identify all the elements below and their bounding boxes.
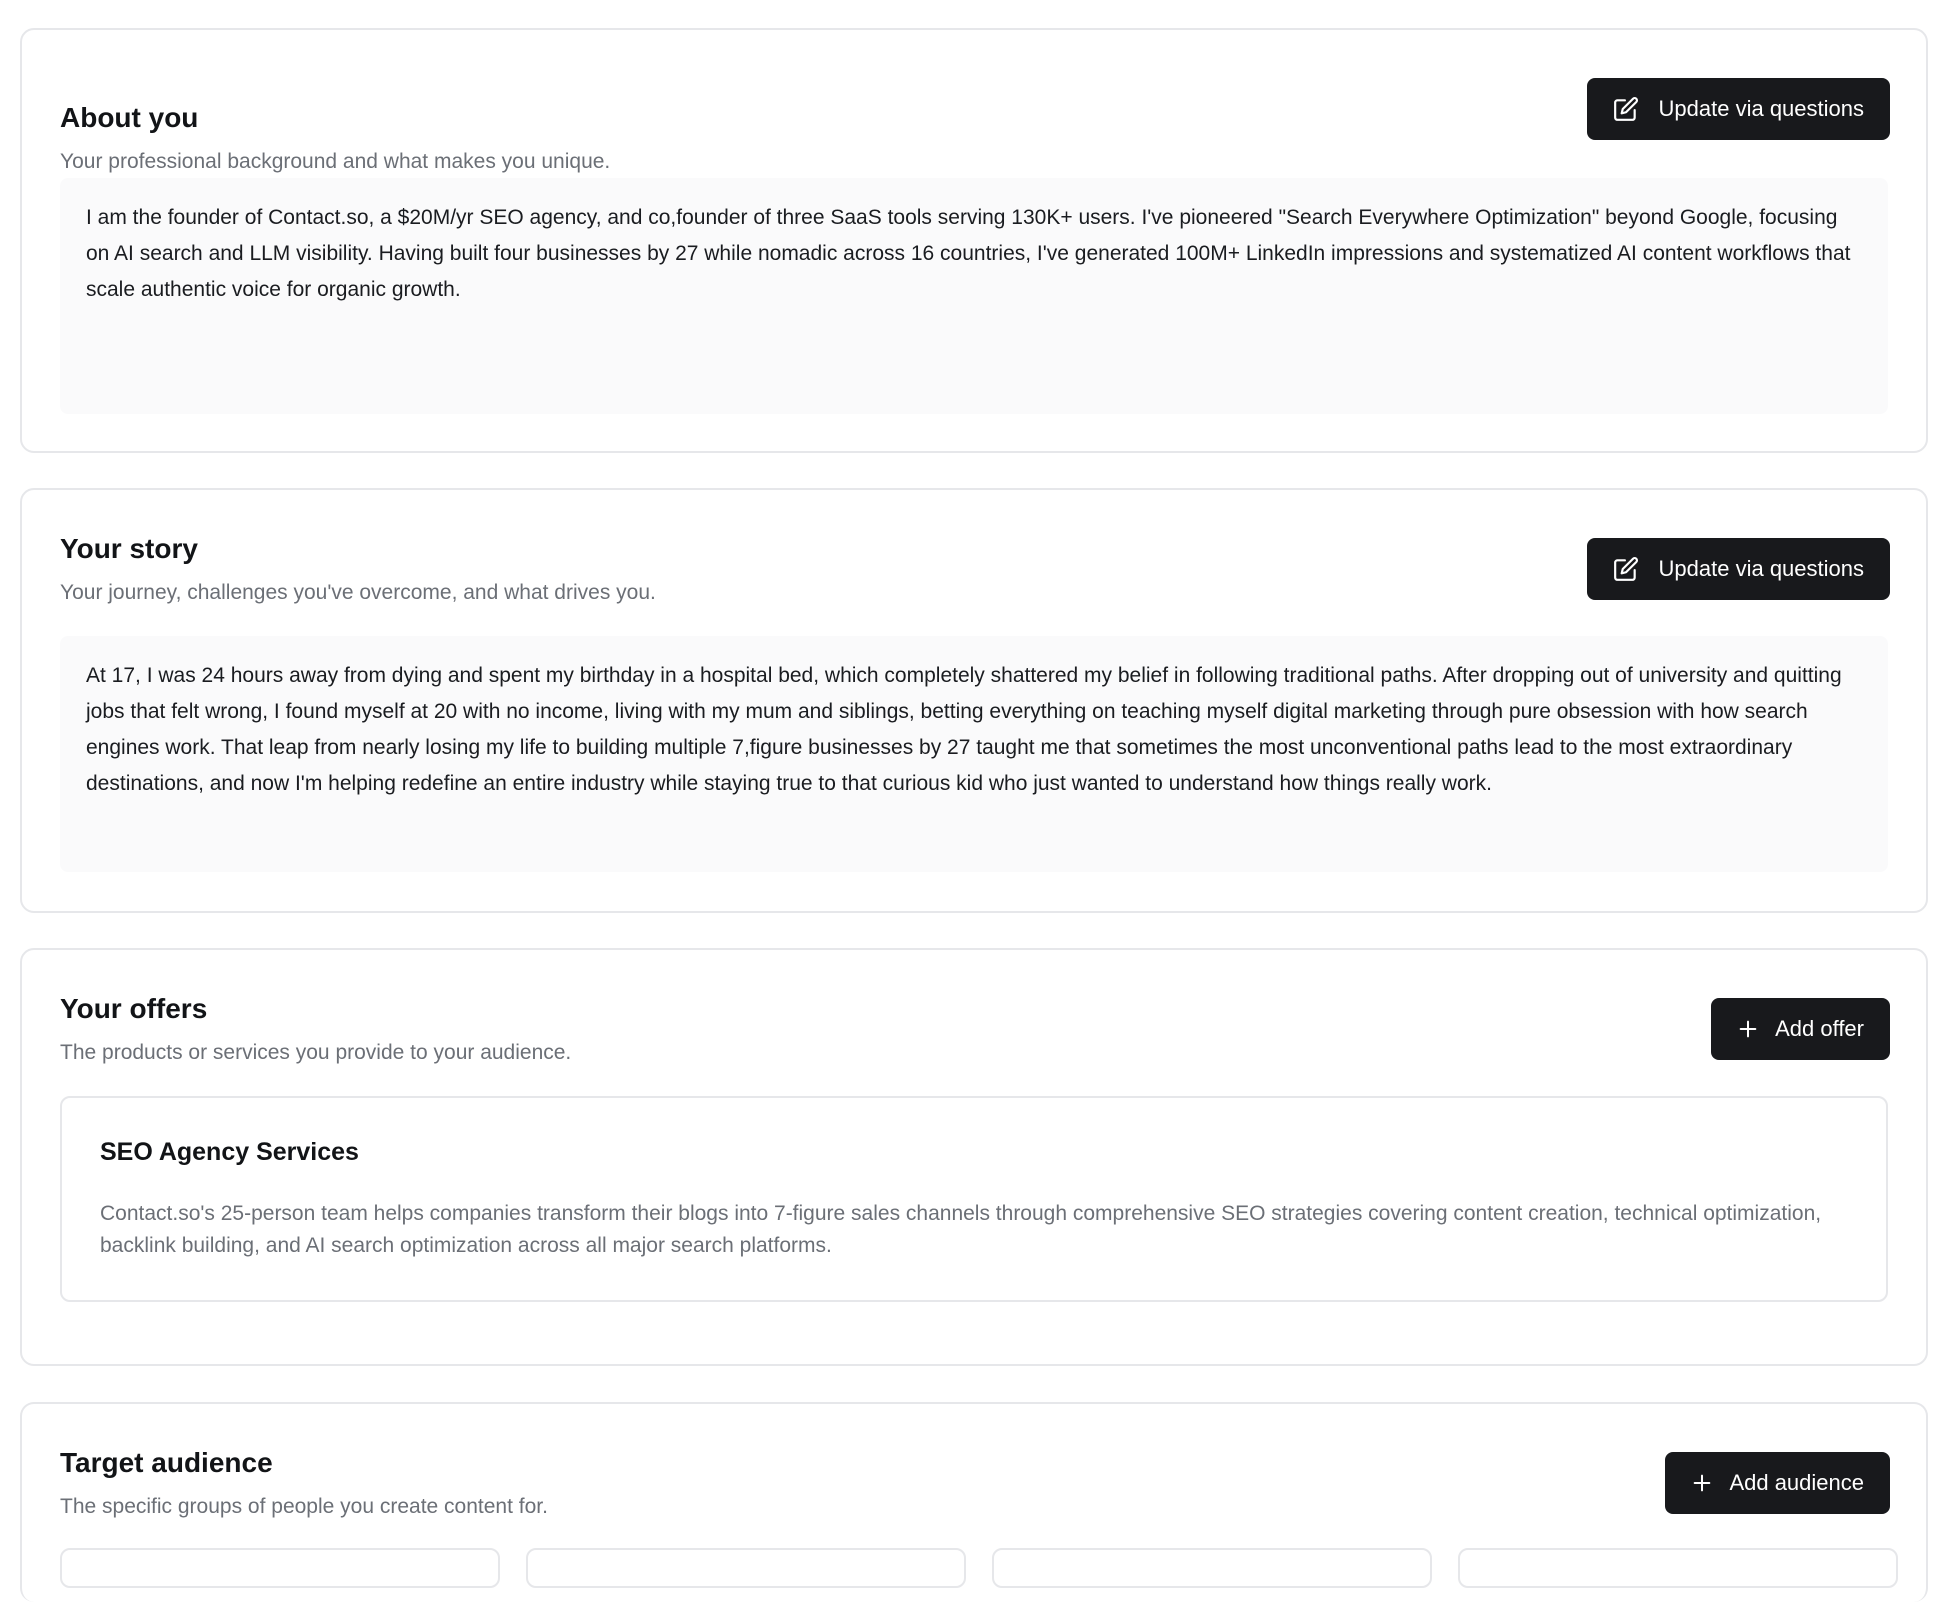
offer-card[interactable]: SEO Agency Services Contact.so's 25-pers…: [60, 1096, 1888, 1302]
about-button-label: Update via questions: [1658, 96, 1864, 121]
plus-icon: [1737, 1018, 1759, 1040]
add-offer-label: Add offer: [1775, 1016, 1864, 1041]
target-audience-subtitle: The specific groups of people you create…: [60, 1495, 548, 1518]
your-offers-subtitle: The products or services you provide to …: [60, 1041, 572, 1064]
about-update-via-questions-button[interactable]: Update via questions: [1586, 78, 1890, 140]
target-audience-title: Target audience: [60, 1447, 273, 1478]
your-offers-card: Your offers The products or services you…: [20, 948, 1928, 1366]
story-text[interactable]: At 17, I was 24 hours away from dying an…: [60, 636, 1888, 872]
edit-icon: [1613, 556, 1639, 582]
about-you-subtitle: Your professional background and what ma…: [60, 150, 611, 173]
story-update-via-questions-button[interactable]: Update via questions: [1586, 538, 1890, 600]
add-audience-label: Add audience: [1729, 1470, 1864, 1495]
add-offer-button[interactable]: Add offer: [1711, 998, 1890, 1060]
offer-description: Contact.so's 25-person team helps compan…: [100, 1202, 1822, 1257]
your-story-card: Your story Your journey, challenges you'…: [20, 488, 1928, 913]
story-button-label: Update via questions: [1658, 556, 1864, 581]
about-you-card: About you Your professional background a…: [20, 28, 1928, 453]
edit-icon: [1613, 96, 1639, 122]
plus-icon: [1691, 1472, 1713, 1494]
audience-card[interactable]: [60, 1548, 500, 1588]
profile-page: About you Your professional background a…: [0, 0, 1950, 1602]
your-offers-title: Your offers: [60, 993, 208, 1024]
audience-card[interactable]: [992, 1548, 1432, 1588]
about-you-title: About you: [60, 102, 199, 133]
about-text[interactable]: I am the founder of Contact.so, a $20M/y…: [60, 178, 1888, 414]
your-story-title: Your story: [60, 533, 198, 564]
audience-card[interactable]: [526, 1548, 966, 1588]
add-audience-button[interactable]: Add audience: [1665, 1452, 1890, 1514]
offer-title: SEO Agency Services: [100, 1138, 359, 1166]
your-story-subtitle: Your journey, challenges you've overcome…: [60, 581, 656, 604]
audience-card[interactable]: [1458, 1548, 1898, 1588]
